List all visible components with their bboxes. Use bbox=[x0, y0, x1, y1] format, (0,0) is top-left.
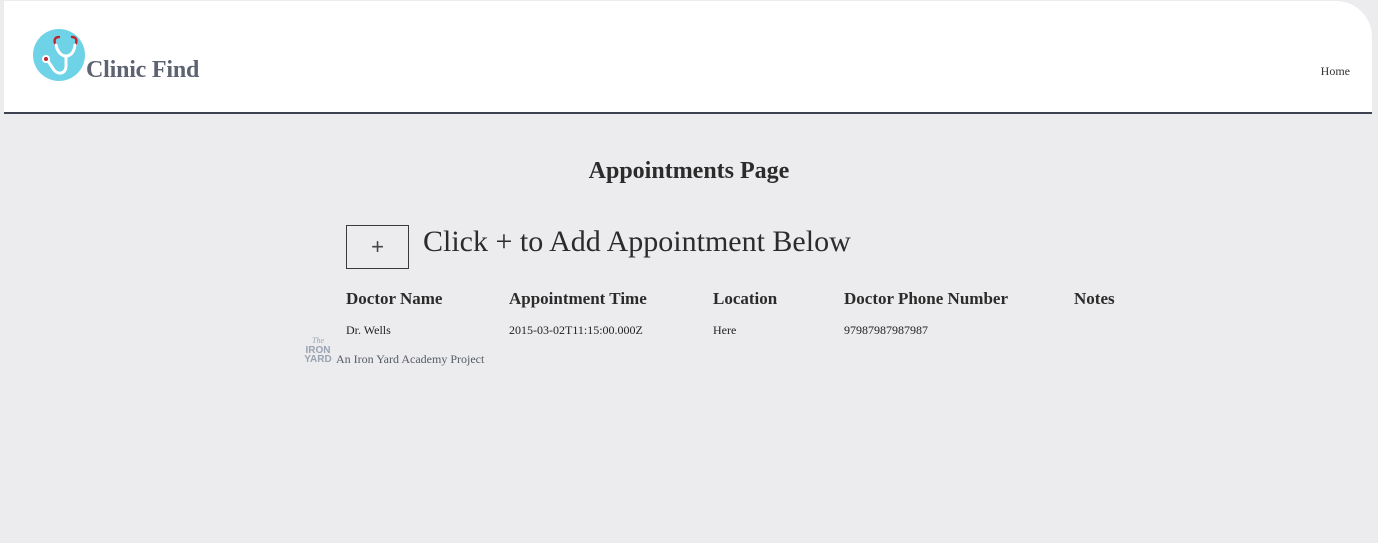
appointments-table: Doctor Name Appointment Time Location Do… bbox=[346, 288, 1154, 338]
iron-yard-logo-the: The bbox=[312, 336, 324, 345]
footer-text: An Iron Yard Academy Project bbox=[336, 352, 485, 366]
column-header-notes: Notes bbox=[1074, 289, 1115, 308]
column-header-appointment-time: Appointment Time bbox=[509, 289, 647, 308]
column-header-doctor-name: Doctor Name bbox=[346, 289, 443, 308]
table-row: Dr. Wells 2015-03-02T11:15:00.000Z Here … bbox=[346, 310, 1154, 338]
cell-appointment-time: 2015-03-02T11:15:00.000Z bbox=[509, 322, 643, 337]
cell-doctor-phone: 97987987987987 bbox=[844, 322, 928, 337]
cell-location: Here bbox=[713, 322, 737, 337]
column-header-doctor-phone: Doctor Phone Number bbox=[844, 289, 1008, 308]
brand-name[interactable]: Clinic Find bbox=[86, 57, 199, 84]
stethoscope-icon[interactable] bbox=[32, 28, 86, 82]
add-instruction-text: Click + to Add Appointment Below bbox=[423, 225, 851, 258]
add-appointment-button[interactable]: + bbox=[346, 225, 409, 269]
iron-yard-logo-yard: YARD bbox=[304, 354, 331, 364]
column-header-location: Location bbox=[713, 289, 778, 308]
table-header-row: Doctor Name Appointment Time Location Do… bbox=[346, 288, 1154, 310]
iron-yard-logo: The IRON YARD bbox=[304, 336, 331, 364]
cell-doctor-name: Dr. Wells bbox=[346, 322, 391, 337]
cell-notes bbox=[1074, 310, 1154, 338]
page-title: Appointments Page bbox=[588, 158, 790, 184]
site-header: Clinic Find Home bbox=[4, 1, 1372, 114]
page: Clinic Find Home Appointments Page + Cli… bbox=[0, 0, 1378, 543]
nav-home-link[interactable]: Home bbox=[1321, 64, 1350, 79]
